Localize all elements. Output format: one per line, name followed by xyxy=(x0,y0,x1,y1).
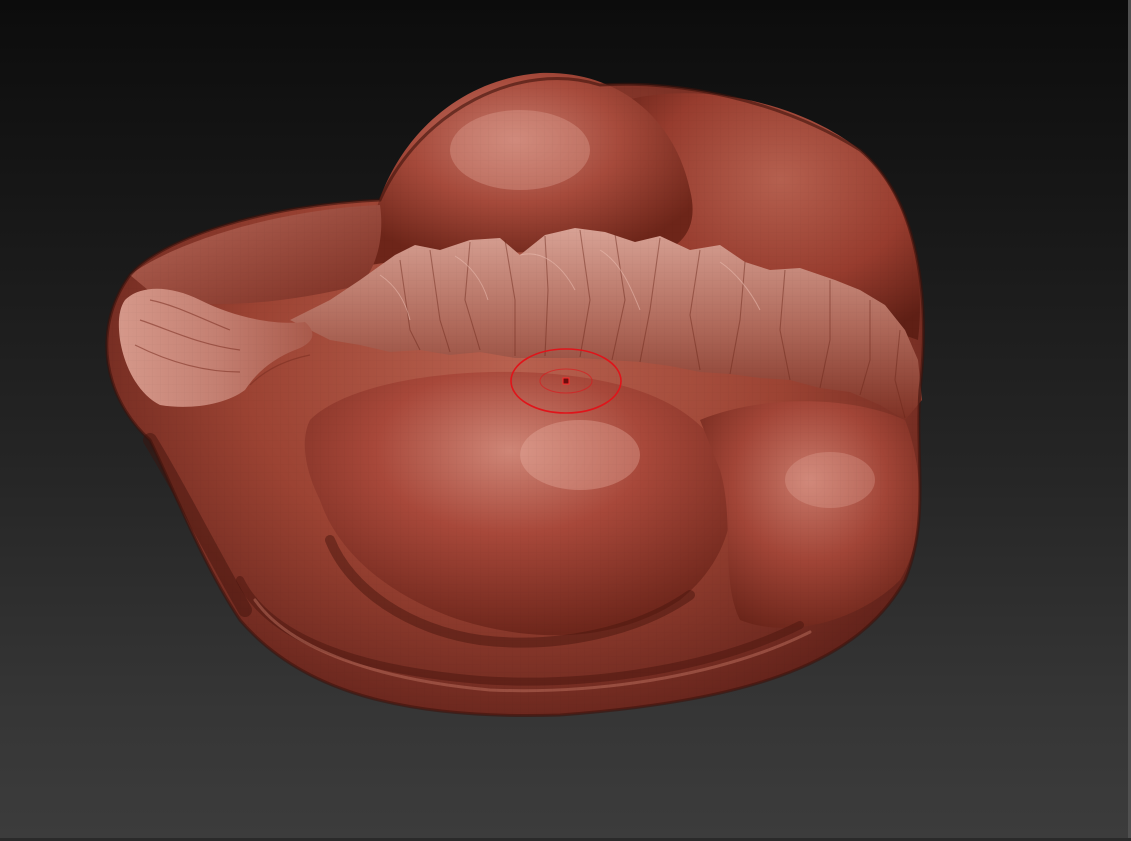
sculpted-mesh[interactable] xyxy=(0,0,1131,841)
mesh-wireframe xyxy=(106,78,924,716)
sculpt-viewport[interactable] xyxy=(0,0,1131,841)
